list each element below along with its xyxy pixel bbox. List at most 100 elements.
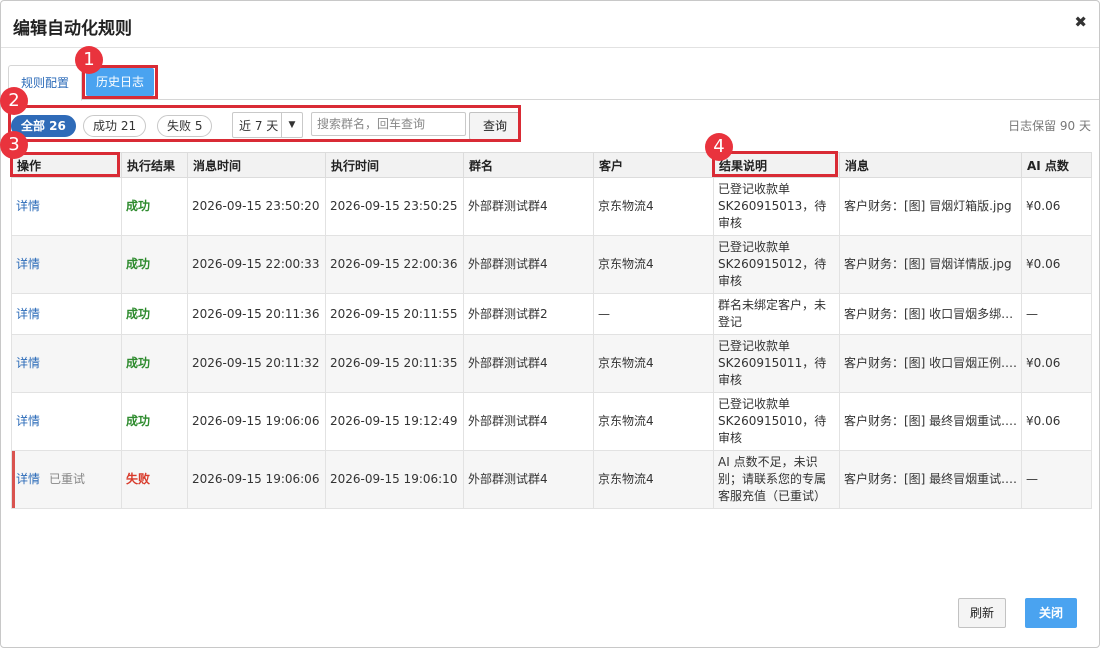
detail-link[interactable]: 详情: [16, 257, 40, 271]
ai-points-cell: ¥0.06: [1021, 177, 1092, 236]
table-row: 详情 成功 2026-09-15 23:50:20 2026-09-15 23:…: [11, 177, 1092, 236]
message-cell: 客户财务：[图] 最终冒烟重试.j…: [839, 392, 1022, 451]
result-note-cell: AI 点数不足，未识别；请联系您的专属客服充值（已重试）: [713, 450, 840, 509]
result-note-cell: 已登记收款单SK260915010，待审核: [713, 392, 840, 451]
table-row: 详情 已重试 失败 2026-09-15 19:06:06 2026-09-15 …: [11, 450, 1092, 509]
group-cell: 外部群测试群4: [463, 177, 594, 236]
status-badge: 成功: [126, 414, 151, 428]
column-header-action: 操作: [11, 152, 122, 178]
column-header-result-note: 结果说明: [713, 152, 840, 178]
annotation-marker-4: 4: [705, 133, 733, 161]
group-cell: 外部群测试群4: [463, 392, 594, 451]
exec-time-cell: 2026-09-15 23:50:25: [325, 177, 464, 236]
ai-points-cell: —: [1021, 450, 1092, 509]
time-range-value: 近 7 天: [239, 119, 279, 133]
customer-cell: —: [593, 293, 714, 335]
history-log-table: 操作 执行结果 消息时间 执行时间 群名 客户 结果说明 消息 AI 点数 详情…: [11, 152, 1092, 509]
action-cell: 详情: [11, 293, 122, 335]
exec-time-cell: 2026-09-15 20:11:55: [325, 293, 464, 335]
detail-link[interactable]: 详情: [16, 414, 40, 428]
column-header-message: 消息: [839, 152, 1022, 178]
column-header-customer: 客户: [593, 152, 714, 178]
exec-time-cell: 2026-09-15 19:06:10: [325, 450, 464, 509]
action-cell: 详情: [11, 334, 122, 393]
message-time-cell: 2026-09-15 22:00:33: [187, 235, 326, 294]
group-cell: 外部群测试群4: [463, 334, 594, 393]
edit-automation-rule-dialog: 编辑自动化规则 ✖ 规则配置 历史日志 全部 26 成功 21 失败 5 近 7…: [0, 0, 1100, 648]
status-badge: 成功: [126, 306, 151, 321]
column-header-group: 群名: [463, 152, 594, 178]
detail-link[interactable]: 详情: [16, 307, 40, 321]
group-cell: 外部群测试群2: [463, 293, 594, 335]
message-cell: 客户财务：[图] 最终冒烟重试.j…: [839, 450, 1022, 509]
tab-history-log[interactable]: 历史日志: [86, 68, 155, 96]
annotation-marker-3: 3: [0, 131, 28, 159]
table-row: 详情 成功 2026-09-15 22:00:33 2026-09-15 22:…: [11, 235, 1092, 294]
retried-label: 已重试: [49, 472, 86, 486]
table-row: 详情 成功 2026-09-15 20:11:36 2026-09-15 20:…: [11, 293, 1092, 335]
table-header-row: 操作 执行结果 消息时间 执行时间 群名 客户 结果说明 消息 AI 点数: [11, 152, 1092, 178]
status-cell: 成功: [121, 392, 188, 451]
query-button[interactable]: 查询: [469, 112, 521, 140]
customer-cell: 京东物流4: [593, 450, 714, 509]
status-badge: 成功: [126, 199, 151, 213]
message-time-cell: 2026-09-15 20:11:32: [187, 334, 326, 393]
ai-points-cell: ¥0.06: [1021, 235, 1092, 294]
action-cell: 详情: [11, 392, 122, 451]
filter-bar: 全部 26 成功 21 失败 5 近 7 天 ▼ 查询 日志保留 90 天: [1, 109, 1099, 140]
exec-time-cell: 2026-09-15 19:12:49: [325, 392, 464, 451]
column-header-message-time: 消息时间: [187, 152, 326, 178]
ai-points-cell: ¥0.06: [1021, 334, 1092, 393]
search-input[interactable]: [311, 112, 466, 136]
message-cell: 客户财务：[图] 收口冒烟多绑…: [839, 293, 1022, 335]
result-note-cell: 已登记收款单SK260915012，待审核: [713, 235, 840, 294]
status-badge: 成功: [126, 257, 151, 271]
status-cell: 失败: [121, 450, 188, 509]
tab-bar: 规则配置 历史日志: [1, 63, 1099, 101]
filter-success-pill[interactable]: 成功 21: [83, 115, 147, 137]
status-cell: 成功: [121, 334, 188, 393]
refresh-button[interactable]: 刷新: [958, 598, 1006, 628]
exec-time-cell: 2026-09-15 22:00:36: [325, 235, 464, 294]
status-badge: 成功: [126, 356, 151, 370]
result-note-cell: 已登记收款单SK260915013，待审核: [713, 177, 840, 236]
group-cell: 外部群测试群4: [463, 235, 594, 294]
detail-link[interactable]: 详情: [16, 356, 40, 370]
annotation-marker-1: 1: [75, 46, 103, 74]
filter-fail-pill[interactable]: 失败 5: [157, 115, 213, 137]
ai-points-cell: —: [1021, 293, 1092, 335]
customer-cell: 京东物流4: [593, 177, 714, 236]
annotation-marker-2: 2: [0, 87, 28, 115]
column-header-exec-time: 执行时间: [325, 152, 464, 178]
table-row: 详情 成功 2026-09-15 19:06:06 2026-09-15 19:…: [11, 392, 1092, 451]
exec-time-cell: 2026-09-15 20:11:35: [325, 334, 464, 393]
dialog-title: 编辑自动化规则: [13, 19, 132, 39]
status-cell: 成功: [121, 235, 188, 294]
customer-cell: 京东物流4: [593, 334, 714, 393]
column-header-result: 执行结果: [121, 152, 188, 178]
caret-down-icon: ▼: [281, 113, 302, 137]
result-note-cell: 已登记收款单SK260915011，待审核: [713, 334, 840, 393]
action-cell: 详情: [11, 177, 122, 236]
retention-note: 日志保留 90 天: [1008, 119, 1091, 133]
action-cell: 详情 已重试: [11, 450, 122, 509]
close-icon[interactable]: ✖: [1074, 13, 1087, 31]
ai-points-cell: ¥0.06: [1021, 392, 1092, 451]
customer-cell: 京东物流4: [593, 235, 714, 294]
detail-link[interactable]: 详情: [16, 472, 40, 486]
close-button[interactable]: 关闭: [1025, 598, 1077, 628]
message-time-cell: 2026-09-15 19:06:06: [187, 450, 326, 509]
dialog-header: 编辑自动化规则 ✖: [1, 1, 1099, 48]
message-cell: 客户财务：[图] 冒烟详情版.jpg: [839, 235, 1022, 294]
message-time-cell: 2026-09-15 19:06:06: [187, 392, 326, 451]
table-row: 详情 成功 2026-09-15 20:11:32 2026-09-15 20:…: [11, 334, 1092, 393]
detail-link[interactable]: 详情: [16, 199, 40, 213]
message-time-cell: 2026-09-15 23:50:20: [187, 177, 326, 236]
message-cell: 客户财务：[图] 冒烟灯箱版.jpg: [839, 177, 1022, 236]
status-cell: 成功: [121, 177, 188, 236]
action-cell: 详情: [11, 235, 122, 294]
status-badge: 失败: [126, 472, 151, 486]
time-range-select[interactable]: 近 7 天 ▼: [232, 112, 303, 138]
status-cell: 成功: [121, 293, 188, 335]
customer-cell: 京东物流4: [593, 392, 714, 451]
